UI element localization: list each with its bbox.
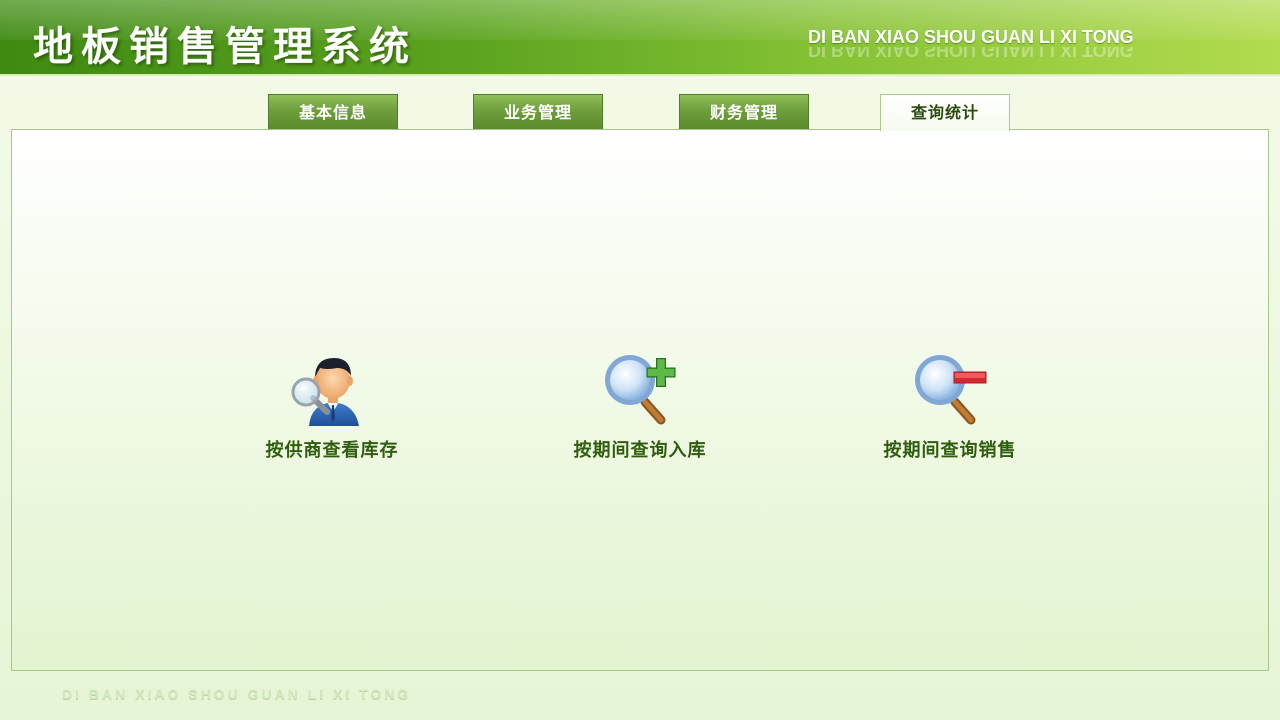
app-subtitle-reflection: DI BAN XIAO SHOU GUAN LI XI TONG bbox=[808, 47, 1134, 59]
action-label: 按期间查询入库 bbox=[573, 440, 707, 461]
query-inbound-by-period-button[interactable]: 按期间查询入库 bbox=[540, 348, 740, 462]
app-title: 地板销售管理系统 bbox=[33, 24, 417, 70]
tab-finance-management[interactable]: 财务管理 bbox=[679, 94, 809, 129]
query-stock-by-supplier-button[interactable]: 按供商查看库存 bbox=[232, 348, 432, 462]
tab-bar: 基本信息 业务管理 财务管理 查询统计 bbox=[0, 94, 1280, 131]
tab-query-statistics[interactable]: 查询统计 bbox=[880, 94, 1010, 131]
app-subtitle: DI BAN XIAO SHOU GUAN LI XI TONG bbox=[808, 27, 1134, 47]
header-banner: 地板销售管理系统 DI BAN XIAO SHOU GUAN LI XI TON… bbox=[0, 0, 1280, 78]
magnifier-plus-icon bbox=[605, 355, 676, 425]
content-panel: 按供商查看库存 按期间查询入库 按期间查询销售 bbox=[11, 129, 1269, 671]
tab-business-management[interactable]: 业务管理 bbox=[473, 94, 603, 129]
magnifier-minus-icon bbox=[915, 355, 987, 425]
tab-basic-info[interactable]: 基本信息 bbox=[268, 94, 398, 129]
action-label: 按供商查看库存 bbox=[265, 440, 399, 461]
person-magnifier-icon bbox=[291, 358, 359, 426]
query-sales-by-period-button[interactable]: 按期间查询销售 bbox=[850, 348, 1050, 462]
footer-text: DI BAN XIAO SHOU GUAN LI XI TONG bbox=[62, 686, 412, 702]
action-label: 按期间查询销售 bbox=[883, 440, 1017, 461]
